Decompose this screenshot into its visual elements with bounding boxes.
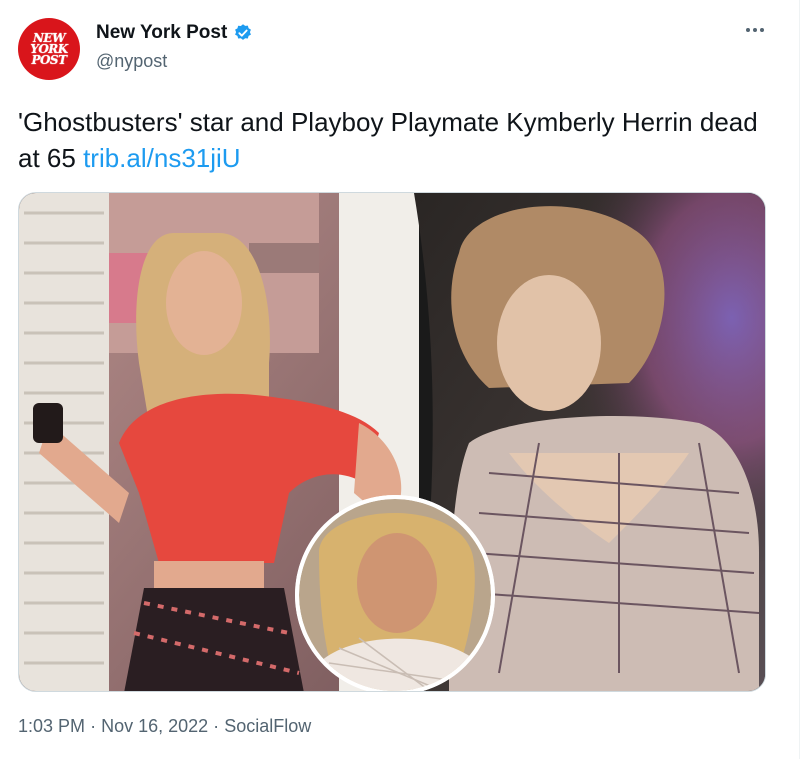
meta-separator-2: · [213, 716, 220, 736]
tweet-card: NEW YORK POST New York Post @nypost 'Gho… [0, 0, 800, 759]
handle[interactable]: @nypost [96, 51, 167, 72]
tweet-time[interactable]: 1:03 PM [18, 716, 85, 736]
more-options-icon[interactable] [743, 22, 767, 38]
tweet-meta: 1:03 PM · Nov 16, 2022 · SocialFlow [18, 716, 311, 737]
verified-badge-icon [235, 24, 252, 40]
display-name[interactable]: New York Post [96, 22, 227, 44]
tweet-source[interactable]: SocialFlow [224, 716, 311, 736]
tweet-link[interactable]: trib.al/ns31jiU [83, 143, 241, 173]
meta-separator-1: · [90, 716, 97, 736]
avatar[interactable]: NEW YORK POST [18, 18, 80, 80]
media-collage [19, 193, 765, 691]
avatar-line-3: POST [31, 52, 67, 67]
tweet-text: 'Ghostbusters' star and Playboy Playmate… [18, 104, 758, 176]
tweet-media[interactable] [18, 192, 766, 692]
tweet-date[interactable]: Nov 16, 2022 [101, 716, 208, 736]
inset-portrait [295, 495, 495, 691]
author-name-row: New York Post [96, 22, 253, 44]
